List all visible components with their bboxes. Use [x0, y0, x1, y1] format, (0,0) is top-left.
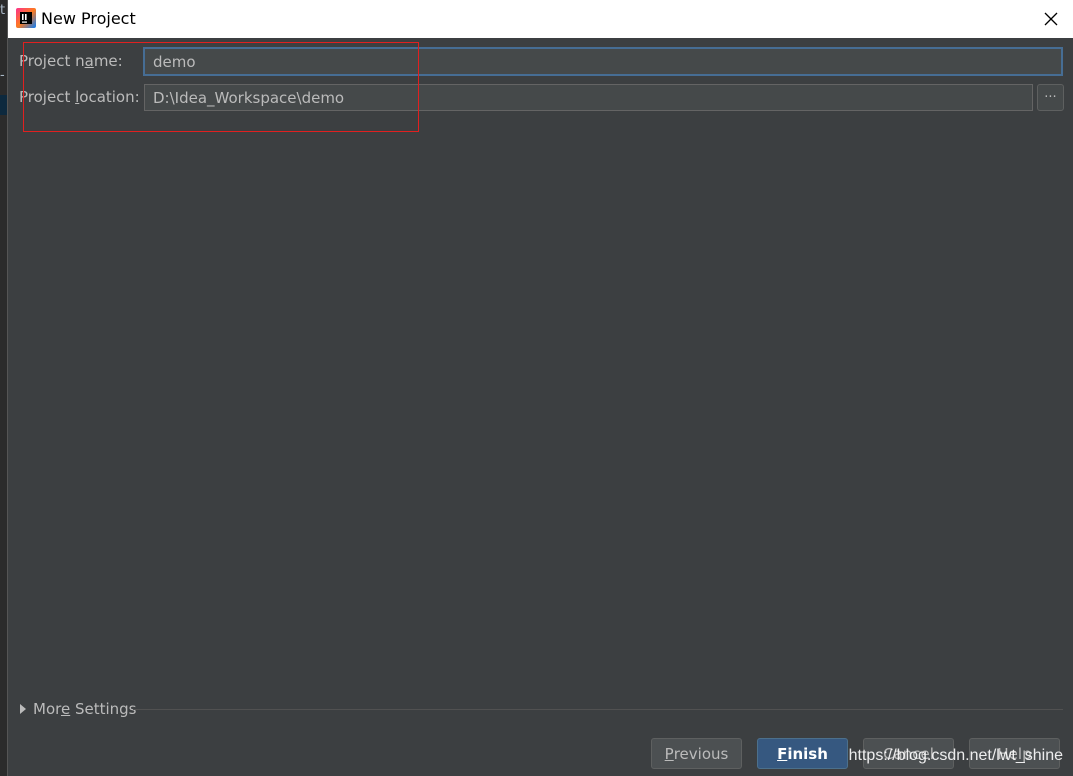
- intellij-idea-icon: [16, 8, 36, 28]
- project-location-label: Project location:: [19, 88, 140, 106]
- more-settings-label: More Settings: [33, 700, 137, 718]
- background-fragment: t: [0, 3, 6, 18]
- more-settings-toggle[interactable]: More Settings: [20, 700, 137, 718]
- finish-button[interactable]: Finish: [757, 738, 848, 769]
- background-selection: [0, 95, 7, 115]
- cancel-button[interactable]: Cancel: [863, 738, 954, 769]
- project-name-value: demo: [153, 52, 196, 71]
- close-button[interactable]: [1037, 5, 1065, 33]
- previous-button[interactable]: Previous: [651, 738, 742, 769]
- window-title: New Project: [41, 9, 136, 28]
- title-bar: New Project: [8, 0, 1073, 38]
- project-name-input[interactable]: demo: [143, 47, 1063, 76]
- background-ide-strip: t -: [0, 0, 7, 776]
- project-location-input[interactable]: D:\Idea_Workspace\demo: [144, 84, 1033, 111]
- project-name-label: Project name:: [19, 52, 123, 70]
- separator-line: [133, 709, 1063, 710]
- background-fragment: -: [0, 68, 5, 83]
- new-project-dialog: New Project Project name: demo Project l…: [7, 0, 1073, 776]
- help-button[interactable]: Help: [969, 738, 1060, 769]
- expand-arrow-icon: [20, 704, 26, 714]
- ellipsis-icon: ···: [1044, 90, 1057, 105]
- project-location-value: D:\Idea_Workspace\demo: [153, 88, 345, 107]
- close-icon: [1044, 12, 1058, 26]
- browse-button[interactable]: ···: [1037, 84, 1064, 111]
